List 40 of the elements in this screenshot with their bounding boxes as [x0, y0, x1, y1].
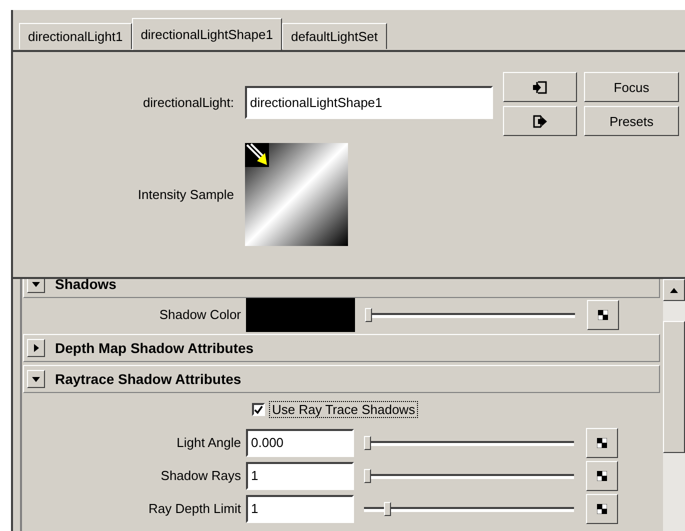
value-field[interactable]: 0.000 [246, 428, 354, 456]
attribute-label: Shadow Color [158, 307, 242, 322]
map-button[interactable] [586, 494, 618, 524]
slider-thumb[interactable] [384, 502, 391, 516]
text-button[interactable]: Presets [584, 106, 679, 136]
section-header[interactable]: Raytrace Shadow Attributes [23, 365, 660, 393]
checker-icon [597, 504, 607, 514]
attribute-label: Light Angle [176, 435, 242, 450]
slider-thumb[interactable] [364, 468, 371, 482]
scrollbar[interactable] [663, 279, 685, 531]
input-connection-button[interactable] [503, 72, 577, 102]
attribute-label: Shadow Rays [160, 468, 242, 483]
map-button[interactable] [586, 460, 618, 490]
text-button[interactable]: Focus [584, 72, 679, 102]
up-arrow-icon [670, 288, 678, 292]
section-header[interactable]: Depth Map Shadow Attributes [23, 334, 660, 362]
checker-icon [597, 438, 607, 448]
value-field[interactable]: 1 [246, 462, 354, 490]
checker-icon [597, 470, 607, 480]
sample-label: Intensity Sample [136, 187, 235, 202]
checkbox-box[interactable] [252, 403, 265, 416]
checker-icon [598, 310, 608, 320]
tab[interactable]: defaultLightSet [282, 23, 387, 49]
arrow-out-box-icon [533, 114, 547, 128]
arrow-into-box-icon [533, 80, 547, 94]
tab[interactable]: directionalLightShape1 [132, 18, 282, 50]
value-field[interactable]: 1 [246, 494, 354, 522]
tab[interactable]: directionalLight1 [19, 23, 132, 49]
map-button[interactable] [587, 300, 619, 330]
node-name-field[interactable]: directionalLightShape1 [245, 86, 493, 119]
scroll-thumb[interactable] [663, 321, 685, 453]
scroll-up-button[interactable] [663, 279, 685, 301]
field-label: directionalLight: [142, 94, 235, 110]
output-connection-button[interactable] [503, 106, 577, 136]
attribute-label: Ray Depth Limit [148, 501, 242, 516]
map-button[interactable] [586, 428, 618, 458]
light-arrows-icon [245, 143, 269, 167]
slider-thumb[interactable] [364, 436, 371, 450]
slider-thumb[interactable] [365, 308, 372, 322]
color-swatch[interactable] [246, 298, 355, 332]
